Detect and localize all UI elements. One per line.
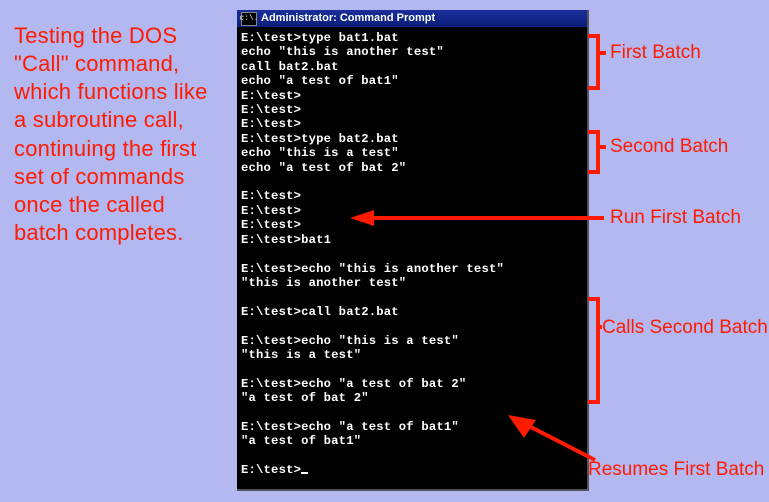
annotation-run-first: Run First Batch <box>610 207 741 229</box>
terminal-cursor <box>301 472 308 474</box>
annotation-first-batch: First Batch <box>610 42 701 64</box>
annotation-second-batch: Second Batch <box>610 136 728 158</box>
terminal-body[interactable]: E:\test>type bat1.bat echo "this is anot… <box>237 27 587 489</box>
bracket-calls-second <box>588 299 598 402</box>
slide-caption: Testing the DOS "Call" command, which fu… <box>14 22 214 247</box>
slide: Testing the DOS "Call" command, which fu… <box>0 0 769 502</box>
window-title: Administrator: Command Prompt <box>261 10 435 27</box>
command-prompt-window: c:\. Administrator: Command Prompt E:\te… <box>237 10 589 491</box>
annotation-resumes-first: Resumes First Batch <box>588 459 764 481</box>
annotation-calls-second: Calls Second Batch <box>602 317 768 339</box>
window-titlebar[interactable]: c:\. Administrator: Command Prompt <box>237 10 587 27</box>
cmd-icon: c:\. <box>241 12 257 26</box>
bracket-first-batch <box>588 36 598 88</box>
bracket-second-batch <box>588 132 598 172</box>
